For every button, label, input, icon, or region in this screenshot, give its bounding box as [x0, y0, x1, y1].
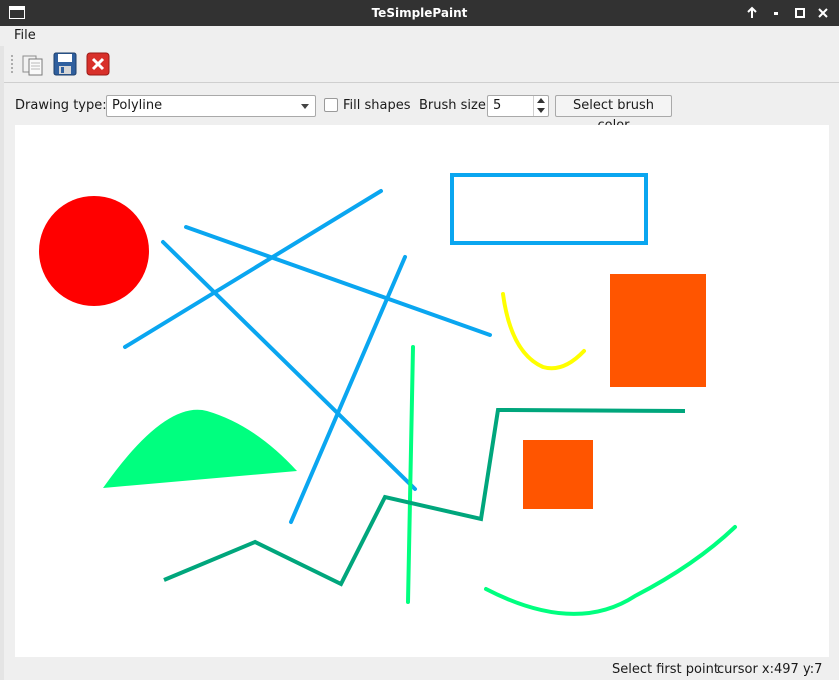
fill-shapes-label: Fill shapes — [343, 98, 411, 113]
close-icon[interactable] — [85, 51, 111, 77]
menu-file[interactable]: File — [14, 27, 36, 45]
drawing-canvas[interactable] — [15, 125, 829, 657]
chevron-down-icon — [301, 104, 309, 109]
blue-rectangle — [450, 173, 648, 245]
toolbar — [4, 46, 839, 83]
menu-bar: File — [0, 26, 839, 46]
green-line — [406, 345, 415, 604]
keep-above-icon[interactable] — [744, 5, 760, 21]
orange-rectangle — [610, 274, 706, 387]
close-window-icon[interactable] — [815, 5, 831, 21]
green-filled-shape — [103, 409, 297, 488]
spin-up-icon[interactable] — [534, 96, 548, 106]
open-icon[interactable] — [20, 51, 46, 77]
title-bar: TeSimplePaint — [0, 0, 839, 26]
green-curve — [484, 525, 737, 616]
blue-line — [289, 255, 407, 524]
canvas-drawing — [39, 173, 737, 616]
options-bar: Drawing type: Polyline Fill shapes Brush… — [0, 90, 839, 133]
status-message: Select first point — [612, 662, 719, 677]
toolbar-grip[interactable] — [10, 54, 14, 74]
maximize-icon[interactable] — [792, 5, 808, 21]
brush-size-label: Brush size — [419, 98, 486, 113]
background-window-strip — [0, 46, 4, 680]
select-brush-color-button[interactable]: Select brush color — [555, 95, 672, 133]
status-bar: Select first point cursor x:497 y:7 — [0, 658, 839, 680]
cursor-position: cursor x:497 y:7 — [717, 662, 823, 677]
minimize-icon[interactable] — [768, 5, 784, 21]
save-icon[interactable] — [52, 51, 78, 77]
drawing-type-label: Drawing type: — [15, 98, 107, 113]
drawing-type-select[interactable]: Polyline — [106, 95, 316, 117]
blue-line — [123, 189, 383, 349]
red-circle — [39, 196, 149, 306]
yellow-curve — [501, 292, 586, 371]
orange-square — [523, 440, 593, 509]
brush-size-spinbox[interactable]: 5 — [487, 95, 549, 117]
drawing-type-value: Polyline — [112, 98, 163, 113]
spin-down-icon[interactable] — [534, 106, 548, 116]
window-title: TeSimplePaint — [371, 6, 468, 20]
brush-size-value: 5 — [493, 98, 502, 113]
fill-shapes-checkbox[interactable] — [324, 98, 338, 112]
